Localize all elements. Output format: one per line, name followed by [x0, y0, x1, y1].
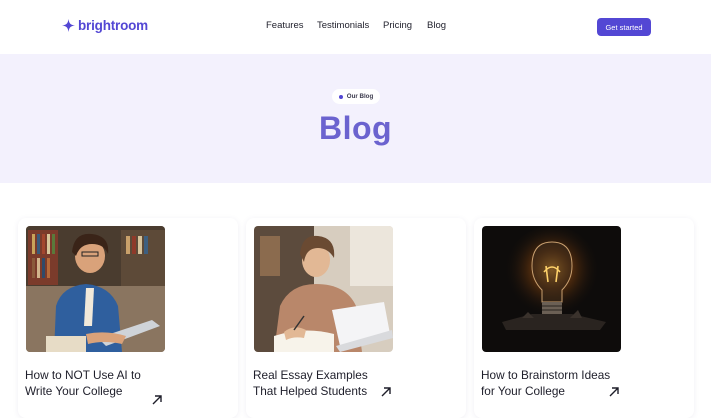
blog-card[interactable]: How to Brainstorm Ideas for Your College [474, 218, 694, 418]
brand-logo[interactable]: brightroom [62, 18, 148, 33]
arrow-up-right-icon[interactable] [380, 386, 392, 398]
brand-name: brightroom [78, 18, 148, 33]
get-started-button[interactable]: Get started [597, 18, 651, 36]
nav-link-testimonials[interactable]: Testimonials [317, 20, 369, 31]
post-title[interactable]: Real Essay Examples That Helped Students [253, 367, 383, 399]
sparkle-icon [62, 19, 75, 32]
top-nav: brightroom Features Testimonials Pricing… [0, 0, 711, 54]
post-title[interactable]: How to Brainstorm Ideas for Your College [481, 367, 611, 399]
post-title[interactable]: How to NOT Use AI to Write Your College [25, 367, 155, 399]
chip-label: Our Blog [346, 93, 374, 100]
blog-card[interactable]: How to NOT Use AI to Write Your College [18, 218, 238, 418]
nav-link-pricing[interactable]: Pricing [383, 20, 412, 31]
arrow-up-right-icon[interactable] [151, 394, 163, 406]
section-chip: Our Blog [332, 89, 380, 104]
post-image [254, 226, 393, 352]
chip-dot-icon [338, 94, 343, 99]
arrow-up-right-icon[interactable] [608, 386, 620, 398]
post-image [482, 226, 621, 352]
nav-link-blog[interactable]: Blog [427, 20, 446, 31]
blog-card[interactable]: Real Essay Examples That Helped Students [246, 218, 466, 418]
page-title: Blog [318, 110, 393, 146]
post-image [26, 226, 165, 352]
nav-link-features[interactable]: Features [266, 20, 304, 31]
